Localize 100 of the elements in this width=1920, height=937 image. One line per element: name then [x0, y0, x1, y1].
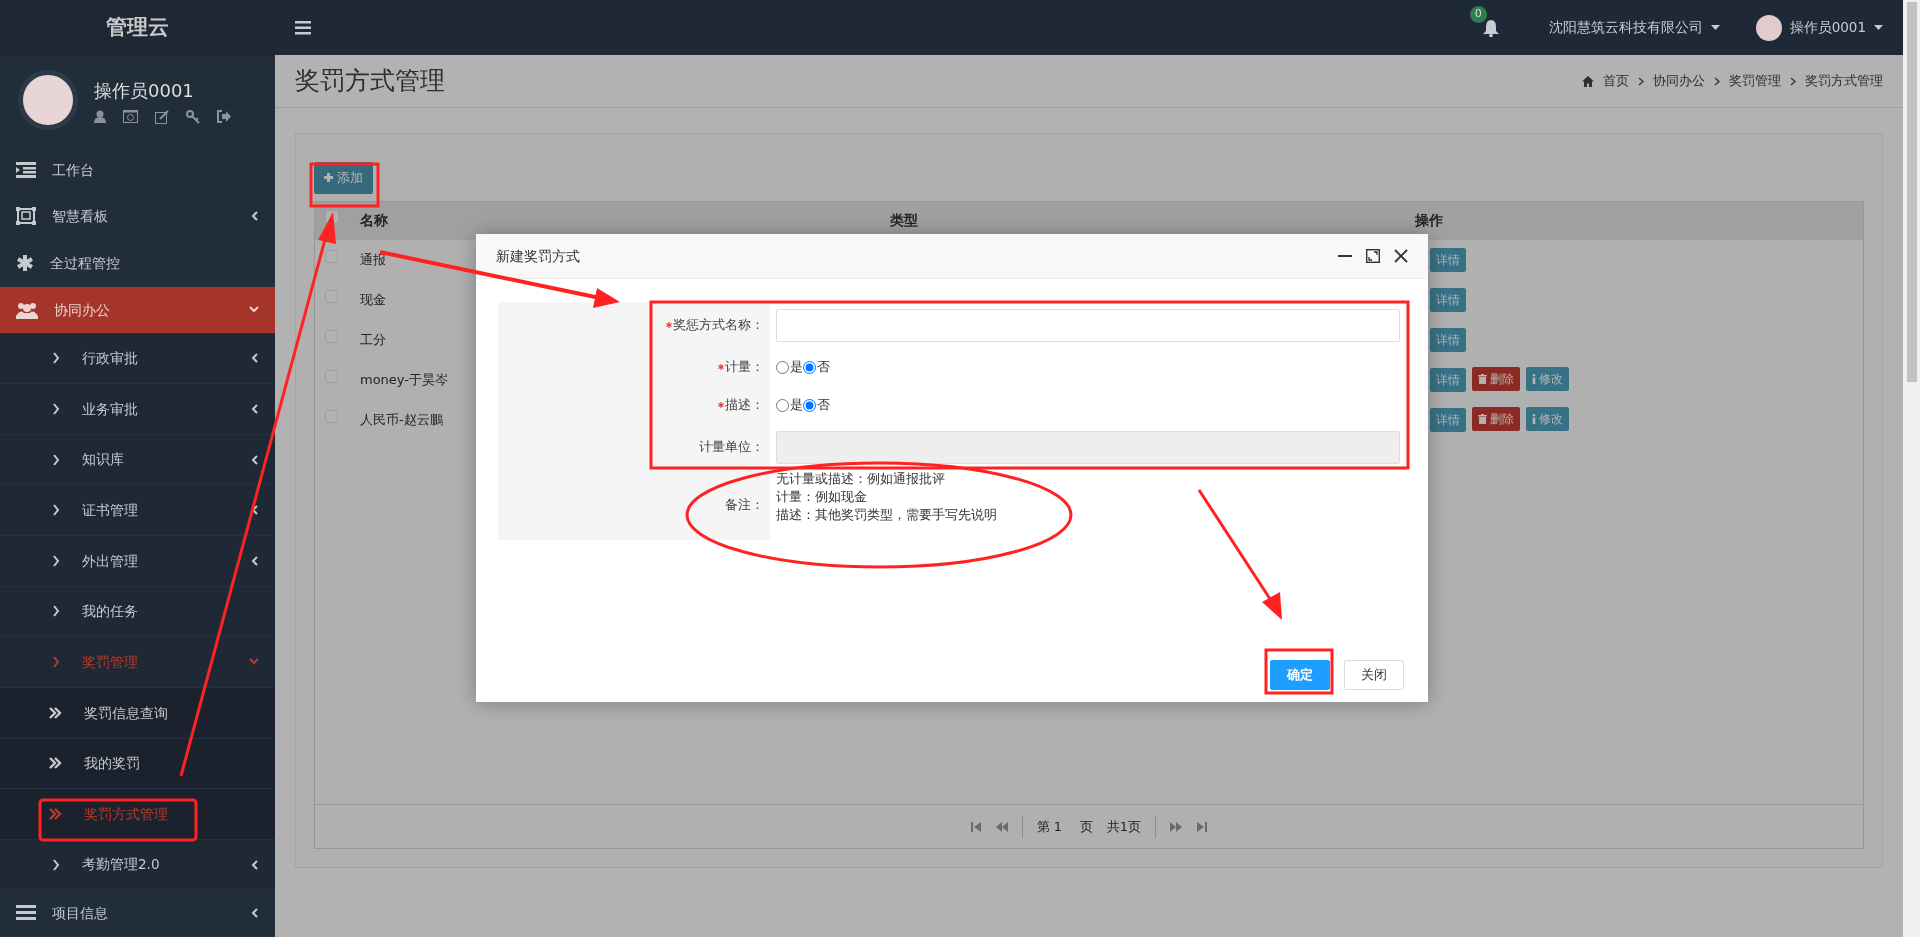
page-input[interactable]: 1	[1053, 816, 1076, 837]
table-cell: 工分	[360, 331, 386, 347]
menu-item[interactable]: 外出管理	[0, 536, 275, 587]
caret-icon	[1874, 25, 1883, 30]
radio-button[interactable]	[803, 360, 816, 374]
breadcrumb-current: 奖罚方式管理	[1805, 72, 1883, 91]
bell-icon[interactable]	[1482, 19, 1499, 38]
chevron-left-icon	[251, 505, 259, 516]
notification-count: 0	[1469, 5, 1487, 23]
highlight-frame	[309, 162, 380, 208]
chevron-down-icon	[249, 304, 259, 313]
menu-item[interactable]: 奖罚信息查询	[0, 687, 275, 739]
chevron-left-icon	[251, 454, 259, 465]
field-label: 奖惩方式名称：	[673, 316, 764, 335]
menu-item[interactable]: 智慧看板	[0, 193, 275, 241]
info-icon	[1532, 374, 1536, 384]
menu-item[interactable]: 考勤管理2.0	[0, 839, 275, 891]
company-dropdown[interactable]: 沈阳慧筑云科技有限公司	[1548, 17, 1720, 38]
double-chevron-icon	[48, 706, 62, 719]
brand-title: 管理云	[106, 13, 169, 41]
radio-button[interactable]	[776, 398, 789, 412]
table-cell: 通报	[360, 251, 386, 267]
trash-icon	[1478, 374, 1487, 384]
menu-item[interactable]: 我的奖罚	[0, 738, 275, 790]
menu-item[interactable]: 知识库	[0, 434, 275, 486]
users-icon	[16, 300, 38, 319]
note-text: 无计量或描述：例如通报批评	[776, 470, 946, 488]
chevron-left-icon	[251, 211, 259, 222]
info-icon	[1532, 414, 1536, 424]
menu-item[interactable]: 协同办公	[0, 286, 275, 334]
chevron-right-icon	[52, 554, 60, 567]
chevron-down-icon	[249, 657, 259, 666]
menu-item[interactable]: 行政审批	[0, 333, 275, 385]
chevron-left-icon	[251, 403, 259, 414]
note-text: 计量：例如现金	[776, 488, 868, 506]
double-chevron-icon	[48, 757, 62, 770]
delete-button[interactable]: 删除	[1472, 367, 1520, 391]
avatar	[1755, 14, 1782, 41]
radio-button[interactable]	[776, 360, 789, 374]
table-cell: 人民币-赵云鵬	[360, 411, 443, 427]
chevron-right-icon	[52, 656, 60, 669]
plus-icon	[324, 173, 333, 183]
field-label: 计量单位：	[699, 438, 764, 457]
user-dropdown[interactable]: 操作员0001	[1755, 14, 1883, 41]
chevron-left-icon	[251, 353, 259, 364]
camera-icon[interactable]	[123, 109, 138, 123]
home-icon	[1582, 75, 1594, 87]
radio-label: 是	[790, 396, 803, 415]
menu-icon[interactable]	[295, 20, 311, 35]
close-icon[interactable]	[1394, 249, 1408, 263]
menu-item[interactable]: 全过程管控	[0, 240, 275, 287]
page-label: 页	[1079, 817, 1093, 836]
double-chevron-icon	[48, 807, 62, 820]
menu-item[interactable]: 工作台	[0, 146, 275, 194]
last-page-icon[interactable]	[1196, 820, 1209, 833]
chevron-right-icon	[52, 504, 60, 517]
key-icon[interactable]	[186, 109, 200, 124]
user-name: 操作员0001	[94, 78, 195, 103]
sign-out-icon[interactable]	[217, 109, 231, 123]
caret-icon	[1710, 25, 1720, 30]
page-total: 共1页	[1106, 817, 1142, 836]
field-label: 计量：	[725, 358, 764, 377]
close-button[interactable]: 关闭	[1344, 660, 1404, 690]
field-label: 描述：	[725, 396, 764, 415]
radio-label: 是	[790, 358, 803, 377]
menu-item[interactable]: 业务审批	[0, 384, 275, 435]
frame-icon	[16, 207, 36, 226]
chevron-left-icon	[251, 555, 259, 566]
chevron-right-icon	[52, 858, 60, 871]
page-title: 奖罚方式管理	[295, 66, 445, 96]
chevron-right-icon	[52, 402, 60, 415]
previous-page-icon[interactable]	[995, 820, 1008, 833]
text-field[interactable]	[776, 308, 1400, 342]
asterisk-icon	[16, 254, 34, 273]
page-label: 第	[1036, 817, 1050, 836]
user-icon[interactable]	[94, 109, 106, 123]
chevron-left-icon	[251, 859, 259, 870]
maximize-icon[interactable]	[1366, 249, 1380, 263]
trash-icon	[1478, 414, 1487, 424]
column-header: 操作	[1405, 201, 1863, 240]
list-icon	[16, 161, 36, 178]
breadcrumb-link[interactable]: 首页	[1603, 71, 1629, 91]
menu-item[interactable]: 证书管理	[0, 485, 275, 536]
chevron-right-icon	[1790, 76, 1796, 86]
breadcrumb-link[interactable]: 奖罚管理	[1729, 71, 1781, 91]
menu-item[interactable]: 项目信息	[0, 890, 275, 937]
note-text: 描述：其他奖罚类型，需要手写先说明	[776, 506, 997, 524]
next-page-icon[interactable]	[1170, 820, 1183, 833]
highlight-frame	[1264, 648, 1334, 695]
checkbox[interactable]	[325, 249, 338, 263]
chevron-right-icon	[52, 352, 60, 365]
list-icon	[16, 905, 36, 922]
breadcrumb-link[interactable]: 协同办公	[1653, 71, 1705, 91]
radio-button[interactable]	[803, 398, 816, 412]
table-cell: 现金	[360, 291, 386, 307]
scrollbar[interactable]	[1903, 0, 1920, 937]
menu-item[interactable]: 我的任务	[0, 586, 275, 638]
edit-icon[interactable]	[155, 109, 169, 124]
first-page-icon[interactable]	[969, 820, 982, 833]
delete-button[interactable]: 删除	[1472, 407, 1520, 431]
